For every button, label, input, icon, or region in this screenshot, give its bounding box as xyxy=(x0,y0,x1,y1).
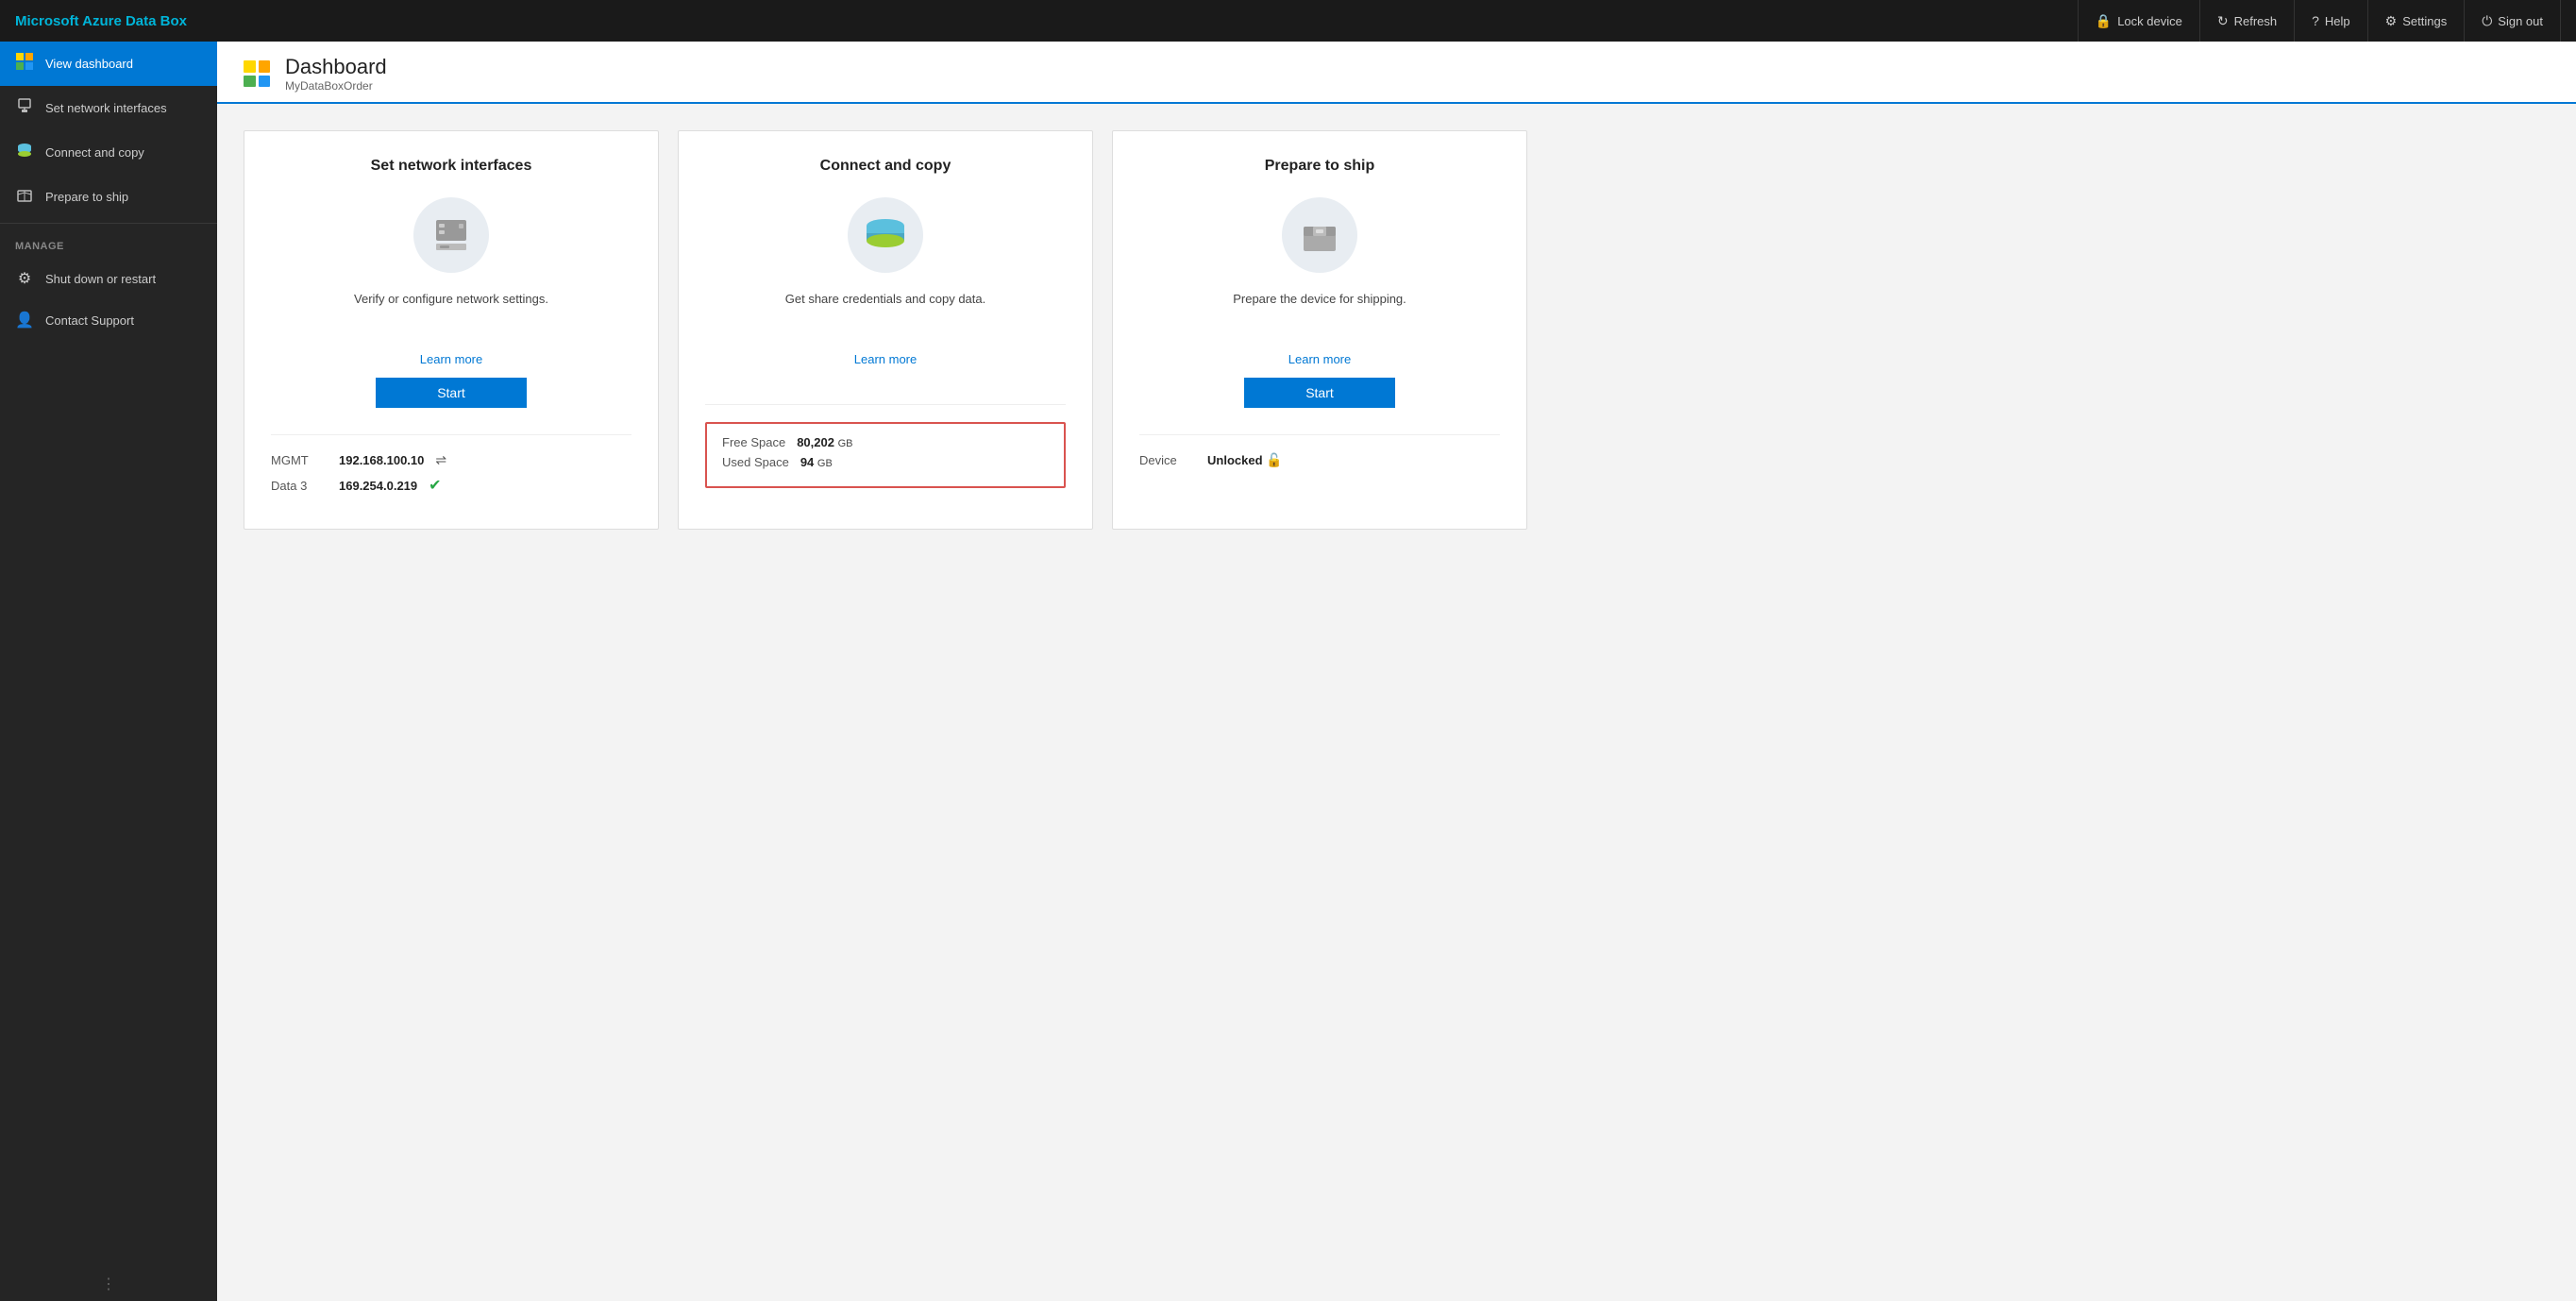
card-description: Get share credentials and copy data. xyxy=(705,292,1066,329)
copy-sidebar-icon xyxy=(15,142,34,163)
free-space-value: 80,202 GB xyxy=(797,435,852,449)
sign-out-label: Sign out xyxy=(2498,14,2543,28)
box-icon xyxy=(1298,213,1341,257)
ship-card-icon xyxy=(1282,197,1357,273)
device-label: Device xyxy=(1139,453,1196,467)
sidebar: View dashboard Set network interfaces xyxy=(0,42,217,1301)
sign-out-button[interactable]: ⏻ Sign out xyxy=(2465,0,2561,42)
device-value: Unlocked 🔓 xyxy=(1207,452,1283,468)
learn-more-link[interactable]: Learn more xyxy=(705,352,1066,366)
used-space-value: 94 GB xyxy=(800,455,833,469)
card-description: Prepare the device for shipping. xyxy=(1139,292,1500,329)
used-space-label: Used Space xyxy=(722,455,789,469)
shutdown-icon: ⚙ xyxy=(15,269,34,288)
used-space-unit: GB xyxy=(817,458,833,469)
footer-row-data3: Data 3 169.254.0.219 ✔ xyxy=(271,476,631,495)
mgmt-label: MGMT xyxy=(271,453,328,467)
lock-device-button[interactable]: 🔒 Lock device xyxy=(2078,0,2200,42)
page-subtitle: MyDataBoxOrder xyxy=(285,79,387,93)
learn-more-link[interactable]: Learn more xyxy=(1139,352,1500,366)
page-header: Dashboard MyDataBoxOrder xyxy=(217,42,2576,104)
refresh-label: Refresh xyxy=(2234,14,2278,28)
lock-device-label: Lock device xyxy=(2117,14,2182,28)
manage-section-label: MANAGE xyxy=(0,228,217,258)
used-space-row: Used Space 94 GB xyxy=(722,455,1049,469)
sidebar-item-view-dashboard[interactable]: View dashboard xyxy=(0,42,217,86)
start-button[interactable]: Start xyxy=(1244,378,1395,408)
refresh-icon: ↻ xyxy=(2217,13,2229,29)
info-box: Free Space 80,202 GB Used Space 94 GB xyxy=(705,422,1066,488)
server-icon xyxy=(430,214,472,256)
free-space-unit: GB xyxy=(838,438,853,449)
data3-label: Data 3 xyxy=(271,479,328,493)
sidebar-item-label: Set network interfaces xyxy=(45,101,167,115)
sign-out-icon: ⏻ xyxy=(2482,13,2492,29)
refresh-button[interactable]: ↻ Refresh xyxy=(2200,0,2295,42)
topbar-actions: 🔒 Lock device ↻ Refresh ? Help ⚙ Setting… xyxy=(2078,0,2561,42)
device-row: Device Unlocked 🔓 xyxy=(1139,452,1500,468)
topbar: Microsoft Azure Data Box 🔒 Lock device ↻… xyxy=(0,0,2576,42)
learn-more-link[interactable]: Learn more xyxy=(271,352,631,366)
sidebar-item-set-network-interfaces[interactable]: Set network interfaces xyxy=(0,86,217,130)
copy-card-icon xyxy=(848,197,923,273)
network-sidebar-icon xyxy=(15,97,34,119)
sidebar-item-label: View dashboard xyxy=(45,57,133,71)
lock-icon: 🔒 xyxy=(2096,13,2112,29)
dashboard-header-icon xyxy=(244,60,270,87)
support-icon: 👤 xyxy=(15,311,34,329)
free-space-label: Free Space xyxy=(722,435,785,449)
data3-value: 169.254.0.219 xyxy=(339,479,417,493)
sidebar-item-contact-support[interactable]: 👤 Contact Support xyxy=(0,299,217,341)
card-title: Prepare to ship xyxy=(1139,158,1500,175)
collapse-handle[interactable]: ⋮ xyxy=(0,1267,217,1301)
help-button[interactable]: ? Help xyxy=(2295,0,2368,42)
disk-stack-icon xyxy=(861,214,910,256)
sidebar-item-shut-down-or-restart[interactable]: ⚙ Shut down or restart xyxy=(0,258,217,299)
sidebar-item-label: Prepare to ship xyxy=(45,190,128,204)
start-button[interactable]: Start xyxy=(376,378,527,408)
sidebar-item-label: Shut down or restart xyxy=(45,272,156,286)
sidebar-divider xyxy=(0,223,217,224)
connected-icon: ✔ xyxy=(429,476,441,495)
ship-sidebar-icon xyxy=(15,186,34,208)
page-header-text: Dashboard MyDataBoxOrder xyxy=(285,55,387,93)
card-description: Verify or configure network settings. xyxy=(271,292,631,329)
sidebar-item-label: Contact Support xyxy=(45,313,134,328)
help-label: Help xyxy=(2325,14,2350,28)
sidebar-item-label: Connect and copy xyxy=(45,145,144,160)
card-connect-and-copy: Connect and copy Get share credentials a… xyxy=(678,130,1093,530)
card-set-network-interfaces: Set network interfaces Verify or configu… xyxy=(244,130,659,530)
main-layout: View dashboard Set network interfaces xyxy=(0,42,2576,1301)
app-title: Microsoft Azure Data Box xyxy=(15,13,2078,29)
dashboard-icon xyxy=(15,53,34,75)
page-title: Dashboard xyxy=(285,55,387,79)
cards-container: Set network interfaces Verify or configu… xyxy=(217,104,2576,556)
mgmt-value: 192.168.100.10 xyxy=(339,453,424,467)
settings-button[interactable]: ⚙ Settings xyxy=(2368,0,2466,42)
help-icon: ? xyxy=(2312,13,2319,28)
free-space-row: Free Space 80,202 GB xyxy=(722,435,1049,449)
card-footer: MGMT 192.168.100.10 ⇌ Data 3 169.254.0.2… xyxy=(271,434,631,502)
unlocked-icon: 🔓 xyxy=(1266,452,1282,467)
settings-label: Settings xyxy=(2402,14,2447,28)
sidebar-item-prepare-to-ship[interactable]: Prepare to ship xyxy=(0,175,217,219)
card-footer: Free Space 80,202 GB Used Space 94 GB xyxy=(705,404,1066,488)
card-prepare-to-ship: Prepare to ship Prepare the device for s… xyxy=(1112,130,1527,530)
sidebar-item-connect-and-copy[interactable]: Connect and copy xyxy=(0,130,217,175)
footer-row-mgmt: MGMT 192.168.100.10 ⇌ xyxy=(271,452,631,468)
network-activity-icon: ⇌ xyxy=(435,452,446,468)
content-area: Dashboard MyDataBoxOrder Set network int… xyxy=(217,42,2576,1301)
card-title: Connect and copy xyxy=(705,158,1066,175)
network-card-icon xyxy=(413,197,489,273)
card-title: Set network interfaces xyxy=(271,158,631,175)
settings-icon: ⚙ xyxy=(2385,13,2398,29)
card-footer: Device Unlocked 🔓 xyxy=(1139,434,1500,476)
